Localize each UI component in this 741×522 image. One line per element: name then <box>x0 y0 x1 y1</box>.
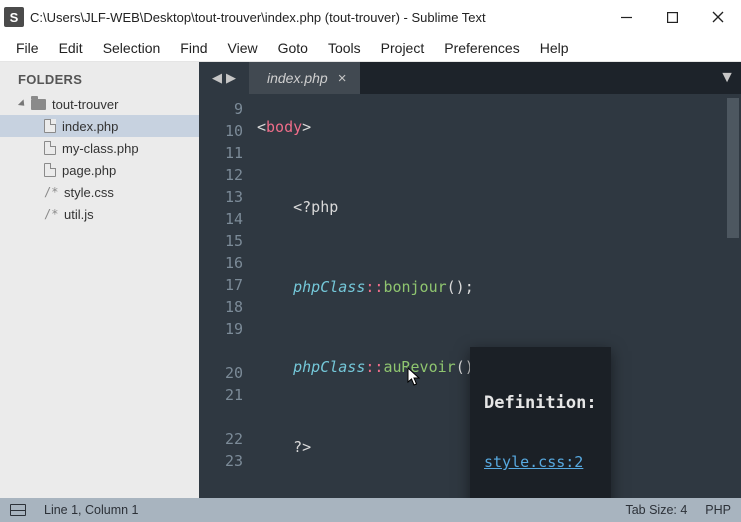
folder-label: tout-trouver <box>52 97 118 112</box>
dropdown-icon[interactable]: ▼ <box>713 62 741 94</box>
back-icon: ◀ <box>212 70 222 86</box>
panel-icon[interactable] <box>10 504 26 516</box>
gutter: 91011 121314 151617 1819 2021 2223 <box>199 94 257 498</box>
tab-label: index.php <box>267 70 328 86</box>
tab-index[interactable]: index.php × <box>249 62 360 94</box>
status-language[interactable]: PHP <box>705 503 731 517</box>
status-tabsize[interactable]: Tab Size: 4 <box>625 503 687 517</box>
file-item[interactable]: /* style.css <box>0 181 199 203</box>
chevron-down-icon <box>18 99 27 108</box>
folder-icon <box>31 99 46 110</box>
menu-project[interactable]: Project <box>371 36 435 60</box>
sidebar: FOLDERS tout-trouver index.php my-class.… <box>0 62 199 498</box>
menu-goto[interactable]: Goto <box>268 36 318 60</box>
status-bar: Line 1, Column 1 Tab Size: 4 PHP <box>0 498 741 522</box>
menu-selection[interactable]: Selection <box>93 36 171 60</box>
forward-icon: ▶ <box>226 70 236 86</box>
tooltip-link[interactable]: style.css:2 <box>484 453 597 471</box>
status-cursor: Line 1, Column 1 <box>44 503 139 517</box>
menu-edit[interactable]: Edit <box>49 36 93 60</box>
menu-bar: File Edit Selection Find View Goto Tools… <box>0 34 741 62</box>
comment-icon: /* <box>44 185 58 199</box>
scrollbar[interactable] <box>727 98 739 238</box>
file-icon <box>44 163 56 177</box>
file-label: util.js <box>64 207 94 222</box>
tooltip-header: Definition: <box>484 393 597 413</box>
menu-file[interactable]: File <box>6 36 49 60</box>
definition-tooltip: Definition: style.css:2 <box>470 347 611 498</box>
file-item[interactable]: /* util.js <box>0 203 199 225</box>
tab-spacer <box>360 62 713 94</box>
file-icon <box>44 141 56 155</box>
menu-tools[interactable]: Tools <box>318 36 371 60</box>
tabs-row: ◀▶ index.php × ▼ <box>199 62 741 94</box>
maximize-button[interactable] <box>649 0 695 34</box>
menu-view[interactable]: View <box>218 36 268 60</box>
editor: ◀▶ index.php × ▼ 91011 121314 151617 181… <box>199 62 741 498</box>
close-button[interactable] <box>695 0 741 34</box>
menu-help[interactable]: Help <box>530 36 579 60</box>
minimize-button[interactable] <box>603 0 649 34</box>
file-label: index.php <box>62 119 118 134</box>
file-item[interactable]: page.php <box>0 159 199 181</box>
history-nav[interactable]: ◀▶ <box>199 62 249 94</box>
file-label: style.css <box>64 185 114 200</box>
app-icon: S <box>4 7 24 27</box>
menu-find[interactable]: Find <box>170 36 217 60</box>
file-label: page.php <box>62 163 116 178</box>
window-title: C:\Users\JLF-WEB\Desktop\tout-trouver\in… <box>30 10 603 25</box>
title-bar: S C:\Users\JLF-WEB\Desktop\tout-trouver\… <box>0 0 741 34</box>
sidebar-header: FOLDERS <box>0 62 199 93</box>
comment-icon: /* <box>44 207 58 221</box>
close-icon[interactable]: × <box>338 70 347 87</box>
code-area[interactable]: <body> <?php phpClass::bonjour(); phpCla… <box>257 94 741 498</box>
folder-root[interactable]: tout-trouver <box>0 93 199 115</box>
file-item[interactable]: index.php <box>0 115 199 137</box>
file-item[interactable]: my-class.php <box>0 137 199 159</box>
file-icon <box>44 119 56 133</box>
menu-preferences[interactable]: Preferences <box>434 36 529 60</box>
file-label: my-class.php <box>62 141 139 156</box>
